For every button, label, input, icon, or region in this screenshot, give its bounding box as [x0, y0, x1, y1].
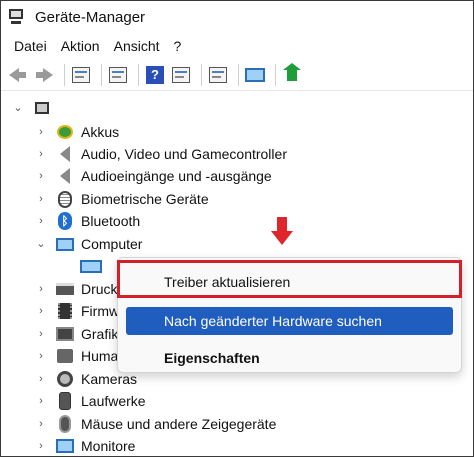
- chevron-down-icon[interactable]: ⌄: [13, 103, 23, 114]
- tree-item-monitors[interactable]: › Monitore: [1, 435, 473, 456]
- tree-item-label: Bluetooth: [81, 213, 141, 229]
- chevron-right-icon[interactable]: ›: [36, 306, 46, 317]
- pc-device-icon: [79, 257, 103, 275]
- tree-item-label: Audio, Video und Gamecontroller: [81, 146, 287, 162]
- properties-button[interactable]: [107, 64, 129, 86]
- fingerprint-icon: [56, 190, 74, 208]
- help-icon: ?: [146, 65, 164, 84]
- menu-item-scan-hardware[interactable]: Nach geänderter Hardware suchen: [126, 307, 453, 335]
- tree-item-label: Druck: [81, 281, 118, 297]
- tree-item-label: Monitore: [81, 438, 136, 454]
- chevron-right-icon[interactable]: ›: [36, 171, 46, 182]
- chevron-right-icon[interactable]: ›: [36, 441, 46, 452]
- computer-icon: [56, 235, 74, 253]
- tree-item-bluetooth[interactable]: › ᛒ Bluetooth: [1, 210, 473, 232]
- tree-item-label: Computer: [81, 236, 143, 252]
- tree-item-label: Huma: [81, 348, 119, 364]
- add-driver-icon: [283, 62, 301, 81]
- forward-arrow-icon: [35, 67, 53, 82]
- mouse-icon: [56, 415, 74, 433]
- scan-hardware-icon: [245, 67, 265, 82]
- toolbar: ?: [1, 59, 473, 91]
- tree-root[interactable]: ⌄: [1, 97, 473, 119]
- tree-item-audio-io[interactable]: › Audioeingänge und -ausgänge: [1, 165, 473, 187]
- chevron-right-icon[interactable]: ›: [36, 351, 46, 362]
- toolbar-separator: [275, 63, 276, 86]
- menu-aktion[interactable]: Aktion: [54, 38, 107, 54]
- scan-hardware-button[interactable]: [244, 64, 266, 86]
- tree-item-label: Audioeingänge und -ausgänge: [81, 168, 272, 184]
- tree-item-akkus[interactable]: › Akkus: [1, 121, 473, 143]
- toolbar-separator: [101, 63, 102, 86]
- tree-item-label: Laufwerke: [81, 393, 146, 409]
- tree-item-computer[interactable]: ⌄ Computer: [1, 233, 473, 255]
- view-icon: [172, 66, 190, 83]
- menu-item-properties[interactable]: Eigenschaften: [126, 344, 453, 372]
- tree-item-label: Akkus: [81, 124, 120, 140]
- properties-icon: [109, 66, 127, 83]
- chevron-right-icon[interactable]: ›: [36, 194, 46, 205]
- add-driver-button[interactable]: [281, 62, 303, 86]
- device-manager-icon: [7, 7, 27, 27]
- chevron-down-icon[interactable]: ⌄: [36, 239, 46, 250]
- window-title: Geräte-Manager: [35, 8, 146, 26]
- toolbar-separator: [201, 63, 202, 86]
- menu-help[interactable]: ?: [167, 38, 189, 54]
- camera-icon: [56, 370, 74, 388]
- back-button[interactable]: [7, 64, 29, 86]
- chevron-right-icon[interactable]: ›: [36, 374, 46, 385]
- chevron-right-icon[interactable]: ›: [36, 127, 46, 138]
- bluetooth-icon: ᛒ: [56, 212, 74, 230]
- toolbar-separator: [64, 63, 65, 86]
- show-hide-tree-button[interactable]: [70, 64, 92, 86]
- menu-bar: Datei Aktion Ansicht ?: [1, 33, 473, 59]
- back-arrow-icon: [9, 67, 27, 82]
- chevron-right-icon[interactable]: ›: [36, 149, 46, 160]
- tree-item-audio-video[interactable]: › Audio, Video und Gamecontroller: [1, 143, 473, 165]
- tree-item-label: Grafik: [81, 326, 119, 342]
- speaker-icon: [56, 167, 74, 185]
- graphics-icon: [56, 325, 74, 343]
- toolbar-separator: [238, 63, 239, 86]
- firmware-icon: [56, 302, 74, 320]
- battery-icon: [56, 123, 74, 141]
- forward-button[interactable]: [33, 64, 55, 86]
- update-driver-button[interactable]: [207, 64, 229, 86]
- speaker-icon: [56, 145, 74, 163]
- update-driver-icon: [209, 66, 227, 83]
- title-bar: Geräte-Manager: [1, 1, 473, 33]
- tree-item-label: Kameras: [81, 371, 138, 387]
- tree-item-label: Biometrische Geräte: [81, 191, 209, 207]
- chevron-right-icon[interactable]: ›: [36, 284, 46, 295]
- help-button[interactable]: ?: [144, 64, 166, 86]
- view-button[interactable]: [170, 64, 192, 86]
- tree-item-label: Firmw: [81, 303, 120, 319]
- menu-datei[interactable]: Datei: [7, 38, 54, 54]
- monitor-icon: [56, 437, 74, 455]
- tree-item-biometric[interactable]: › Biometrische Geräte: [1, 188, 473, 210]
- chevron-right-icon[interactable]: ›: [36, 329, 46, 340]
- tree-item-drives[interactable]: › Laufwerke: [1, 390, 473, 412]
- computer-root-icon: [33, 99, 51, 117]
- toolbar-separator: [138, 63, 139, 86]
- menu-ansicht[interactable]: Ansicht: [107, 38, 167, 54]
- highlight-frame: [117, 260, 462, 298]
- console-tree-icon: [72, 66, 90, 83]
- chevron-right-icon[interactable]: ›: [36, 419, 46, 430]
- device-manager-window: Geräte-Manager Datei Aktion Ansicht ? ?: [0, 0, 474, 457]
- hid-icon: [56, 347, 74, 365]
- printer-icon: [56, 280, 74, 298]
- chevron-right-icon[interactable]: ›: [36, 396, 46, 407]
- tree-item-mice[interactable]: › Mäuse und andere Zeigegeräte: [1, 413, 473, 435]
- red-arrow-down-icon: [271, 217, 293, 247]
- disk-icon: [56, 392, 74, 410]
- chevron-right-icon[interactable]: ›: [36, 216, 46, 227]
- tree-item-label: Mäuse und andere Zeigegeräte: [81, 416, 277, 432]
